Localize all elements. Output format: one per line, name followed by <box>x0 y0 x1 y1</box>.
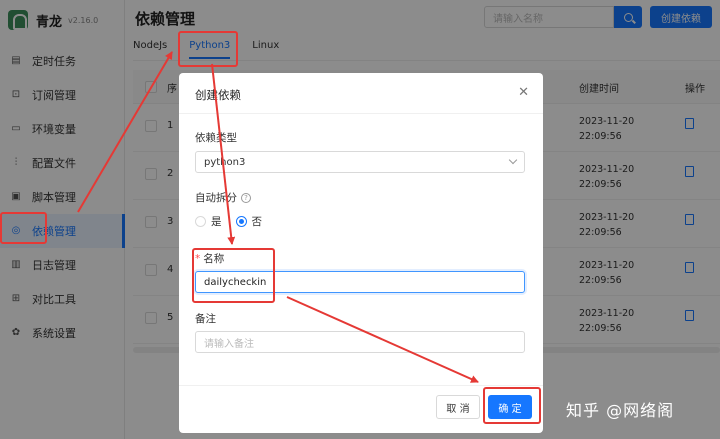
arrow-name-to-confirm <box>286 296 479 383</box>
arrow-tab-to-name <box>211 63 236 245</box>
watermark: 知乎 @网络阁 <box>566 401 675 420</box>
arrow-sidebar-to-tab <box>77 51 173 213</box>
annotation-arrows <box>77 51 479 383</box>
